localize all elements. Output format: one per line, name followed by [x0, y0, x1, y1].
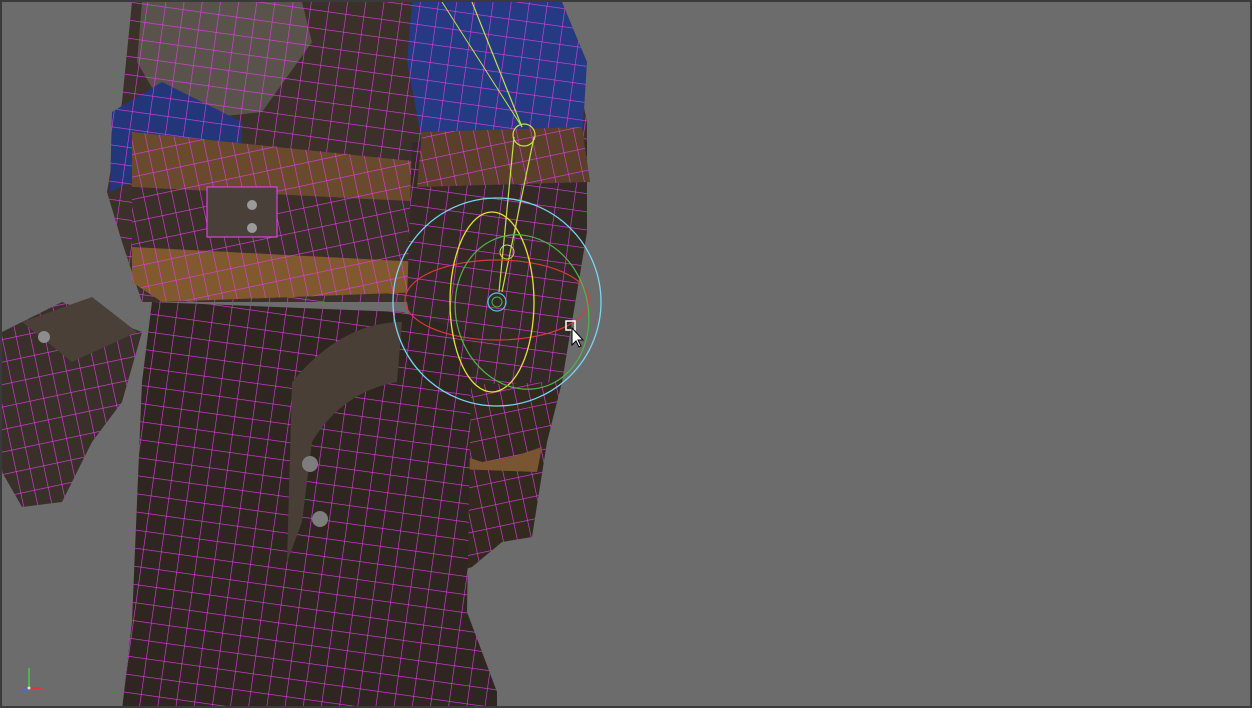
- axis-indicator-icon: [20, 668, 42, 693]
- 3d-viewport[interactable]: [0, 0, 1252, 708]
- left-arm-mesh[interactable]: [2, 297, 142, 507]
- legs-mesh[interactable]: [122, 302, 497, 708]
- character-mesh-scene[interactable]: [2, 2, 1252, 708]
- move-arrow-cursor-icon: [565, 320, 585, 348]
